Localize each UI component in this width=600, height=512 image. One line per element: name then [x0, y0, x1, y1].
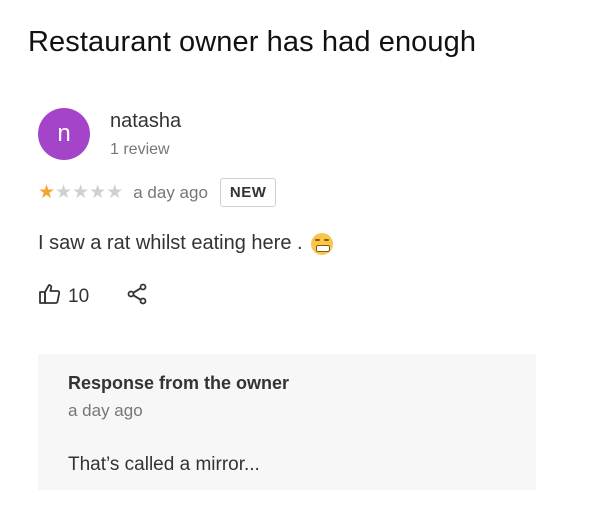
star-icon: ★ — [89, 182, 107, 203]
like-count: 10 — [68, 285, 90, 307]
owner-response-time: a day ago — [68, 401, 143, 420]
reviewer-review-count: 1 review — [110, 141, 170, 158]
owner-response: Response from the owner a day ago That’s… — [38, 354, 536, 490]
star-icon: ★ — [55, 182, 73, 203]
star-rating: ★ ★ ★ ★ ★ — [38, 183, 123, 202]
share-icon — [125, 282, 149, 311]
thumbs-up-icon — [38, 282, 62, 311]
like-button[interactable]: 10 — [38, 282, 89, 311]
post-caption: Restaurant owner has had enough — [28, 26, 477, 58]
new-badge: NEW — [219, 178, 277, 207]
review-actions: 10 — [38, 282, 149, 311]
grimacing-face-emoji-icon — [310, 232, 333, 255]
star-icon: ★ — [38, 182, 56, 203]
owner-response-text: That’s called a mirror... — [68, 454, 260, 475]
review-text-row: I saw a rat whilst eating here . — [38, 232, 333, 255]
rating-row: ★ ★ ★ ★ ★ a day ago NEW — [38, 178, 277, 207]
share-button[interactable] — [125, 282, 149, 311]
review-text: I saw a rat whilst eating here . — [38, 232, 303, 254]
star-icon: ★ — [106, 182, 124, 203]
review-time: a day ago — [133, 182, 208, 202]
avatar[interactable]: n — [38, 108, 90, 160]
star-icon: ★ — [72, 182, 90, 203]
reviewer-name[interactable]: natasha — [110, 110, 181, 133]
owner-response-title: Response from the owner — [68, 373, 290, 393]
